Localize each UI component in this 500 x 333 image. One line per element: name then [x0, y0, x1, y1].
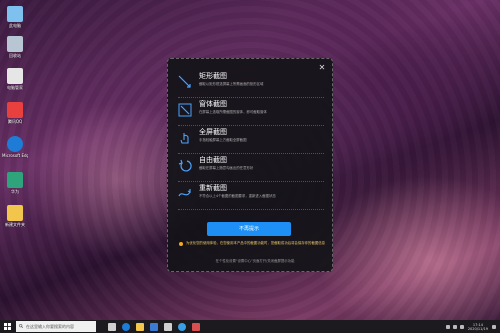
edge-icon[interactable] — [122, 322, 130, 331]
huawei-icon — [7, 172, 23, 188]
option-desc: 截取以矩形框选屏幕上所需画面的矩形区域 — [199, 82, 264, 86]
option-title: 全屏截图 — [199, 128, 227, 136]
option-retake-capture[interactable]: 重新截图 不符合以上4个截图的截图要求，重新进入截图状态 — [178, 183, 324, 210]
desktop-icon-label: Microsoft Edge — [2, 153, 28, 158]
clock-date: 2020/11/19 — [467, 326, 488, 331]
desktop-icon-this-pc[interactable]: 此电脑 — [2, 6, 28, 28]
option-title: 重新截图 — [199, 184, 227, 192]
volume-icon[interactable] — [452, 324, 457, 329]
warning-dot-icon — [179, 242, 183, 246]
desktop-icon-label: 腾讯QQ — [7, 119, 23, 124]
window-capture-icon — [178, 103, 192, 117]
start-button[interactable] — [0, 320, 14, 333]
settings-hint: 在个性化设置"设置中心"页面打开/关闭截屏提示功能 — [215, 259, 295, 263]
option-desc: 截取在屏幕上随意勾画出的任意形状 — [199, 166, 254, 170]
taskbar: 在这里输入你要搜索的内容 17:14 2020/11/19 — [0, 320, 500, 333]
option-desc: 手指轻触屏幕上方截取全屏截图 — [199, 138, 247, 142]
screenshot-tool-panel: ✕ 矩形截图 截取以矩形框选屏幕上所需画面的矩形区域 窗体截图 在屏幕上选取所需… — [167, 58, 333, 272]
desktop-icon-recycle-bin[interactable]: 回收站 — [2, 36, 28, 58]
qq-icon — [7, 102, 23, 118]
option-title: 窗体截图 — [199, 100, 227, 108]
desktop-icon-label: 电脑管家 — [7, 85, 23, 90]
dont-show-again-button[interactable]: 不再提示 — [207, 222, 291, 236]
notice-message: 为优化您的使用体验，在您使用本产品中的截图功能时，您截取成功后将会保存你的截图信… — [186, 241, 326, 245]
desktop-icon-qq[interactable]: 腾讯QQ — [2, 102, 28, 124]
folder-icon — [7, 205, 23, 221]
search-placeholder: 在这里输入你要搜索的内容 — [26, 324, 74, 329]
network-icon[interactable] — [445, 324, 450, 329]
taskbar-clock[interactable]: 17:14 2020/11/19 — [468, 323, 488, 331]
option-title: 矩形截图 — [199, 72, 227, 80]
option-window-capture[interactable]: 窗体截图 在屏幕上选取所需截图的窗体，即可截取窗体 — [178, 99, 324, 126]
desktop-icon-label: 此电脑 — [9, 23, 21, 28]
desktop-icon-label: 华为 — [11, 189, 19, 194]
option-title: 自由截图 — [199, 156, 227, 164]
system-tray: 17:14 2020/11/19 — [443, 323, 500, 331]
option-fullscreen-capture[interactable]: 全屏截图 手指轻触屏幕上方截取全屏截图 — [178, 127, 324, 154]
desktop-icon-folder[interactable]: 新建文件夹 — [2, 205, 28, 227]
mail-icon[interactable] — [164, 322, 172, 331]
edge-icon — [7, 136, 23, 152]
taskbar-search-input[interactable]: 在这里输入你要搜索的内容 — [16, 321, 96, 332]
option-freeform-capture[interactable]: 自由截图 截取在屏幕上随意勾画出的任意形状 — [178, 155, 324, 182]
store-icon[interactable] — [150, 322, 158, 331]
rect-crop-icon — [178, 75, 191, 88]
browser-icon[interactable] — [178, 322, 186, 331]
option-rect-capture[interactable]: 矩形截图 截取以矩形框选屏幕上所需画面的矩形区域 — [178, 71, 324, 98]
fullscreen-capture-icon — [180, 133, 189, 144]
app-icon[interactable] — [192, 322, 200, 331]
recycle-bin-icon — [7, 36, 23, 52]
freeform-capture-icon — [178, 159, 192, 172]
desktop-icon-edge[interactable]: Microsoft Edge — [2, 136, 28, 158]
desktop-icon-pc-manager[interactable]: 电脑管家 — [2, 68, 28, 90]
notification-icon[interactable] — [492, 324, 496, 329]
option-desc: 不符合以上4个截图的截图要求，重新进入截图状态 — [199, 194, 276, 198]
search-icon — [19, 324, 23, 328]
retake-capture-icon — [178, 189, 191, 197]
desktop-icon-huawei[interactable]: 华为 — [2, 172, 28, 194]
desktop-icon-label: 回收站 — [9, 53, 21, 58]
pc-manager-icon — [7, 68, 23, 84]
file-explorer-icon[interactable] — [136, 322, 144, 331]
desktop-icon-label: 新建文件夹 — [5, 222, 25, 227]
input-method-icon[interactable] — [459, 324, 464, 329]
this-pc-icon — [7, 6, 23, 22]
windows-logo-icon — [3, 323, 11, 330]
option-desc: 在屏幕上选取所需截图的窗体，即可截取窗体 — [199, 110, 267, 114]
task-view-icon[interactable] — [108, 322, 116, 331]
notice-text: 为优化您的使用体验，在您使用本产品中的截图功能时，您截取成功后将会保存你的截图信… — [179, 241, 327, 246]
